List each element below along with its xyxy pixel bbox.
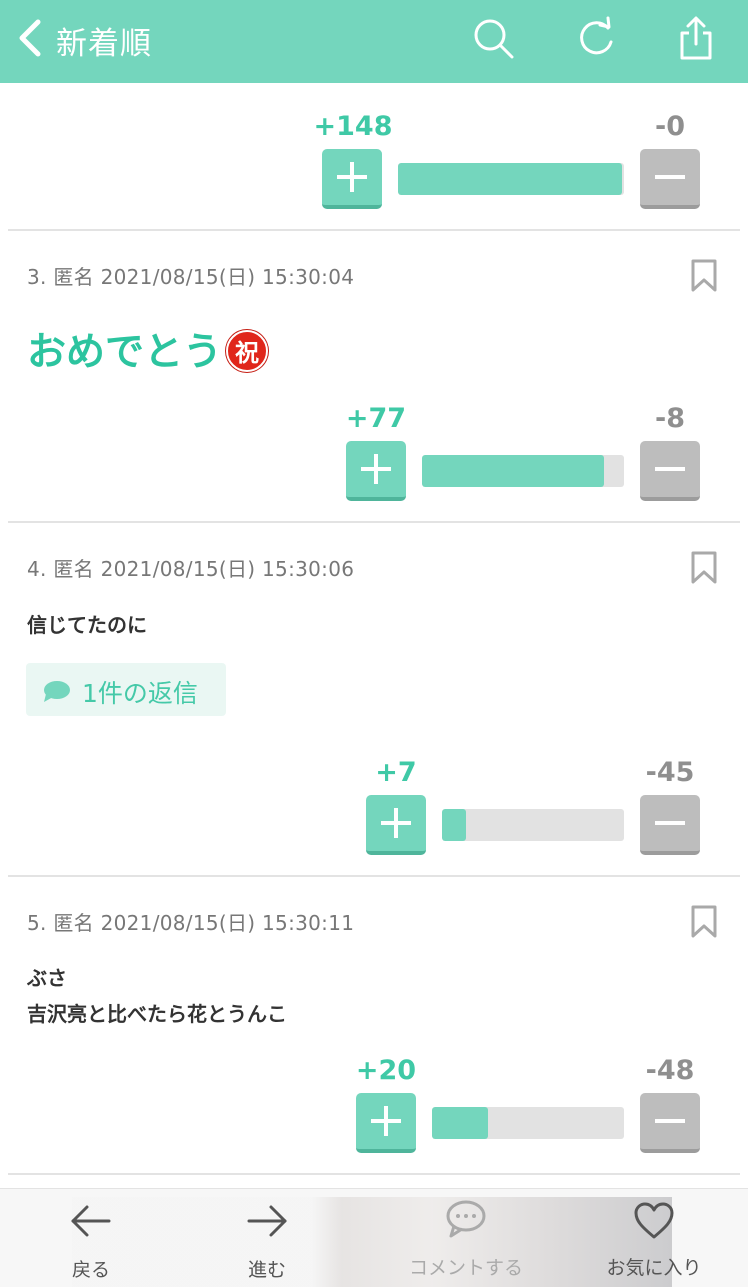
reload-icon[interactable] (572, 14, 620, 62)
left-arrow-icon (71, 1205, 111, 1237)
minus-vote-button[interactable] (640, 1093, 700, 1153)
right-arrow-icon (247, 1205, 287, 1237)
ad-banner[interactable] (72, 1197, 672, 1287)
comment-meta: 3. 匿名 2021/08/15(日) 15:30:04 (27, 265, 355, 289)
reply-button[interactable]: 1件の返信 (26, 663, 226, 716)
minus-count: -48 (645, 1055, 695, 1086)
bottom-nav: 戻る 進む コメントする お気に入り (0, 1188, 748, 1287)
vote-ratio-fill (422, 455, 604, 487)
comment-list: +148 -0 3. 匿名 2021/08/15(日) 15:30:04 おめで… (0, 83, 748, 1188)
nav-forward-label: 進む (247, 1259, 286, 1281)
divider (8, 1173, 740, 1175)
celebration-emoji-icon: 祝 (226, 330, 269, 372)
nav-favorite-label: お気に入り (606, 1257, 702, 1279)
vote-ratio-fill (442, 809, 466, 841)
plus-count: +148 (313, 111, 393, 142)
comment-text-line: 吉沢亮と比べたら花とうんこ (27, 1002, 287, 1026)
nav-back-label: 戻る (71, 1259, 110, 1281)
back-arrow-icon[interactable] (12, 16, 52, 60)
plus-vote-button[interactable] (346, 441, 406, 501)
minus-count: -0 (655, 111, 685, 142)
speech-bubble-icon (44, 681, 70, 702)
reply-label: 1件の返信 (82, 679, 198, 708)
minus-count: -8 (655, 403, 685, 434)
comment-meta: 4. 匿名 2021/08/15(日) 15:30:06 (27, 557, 355, 581)
nav-forward-button[interactable]: 進む (224, 1189, 310, 1287)
vote-ratio-bar (432, 1107, 624, 1139)
plus-vote-button[interactable] (366, 795, 426, 855)
minus-vote-button[interactable] (640, 149, 700, 209)
heart-icon (634, 1202, 674, 1239)
vote-ratio-fill (432, 1107, 488, 1139)
plus-vote-button[interactable] (356, 1093, 416, 1153)
app-header: 新着順 (0, 0, 748, 83)
vote-ratio-bar (398, 163, 624, 195)
minus-vote-button[interactable] (640, 795, 700, 855)
search-icon[interactable] (470, 14, 518, 62)
comment-big-text: おめでとう祝 (27, 321, 269, 377)
nav-back-button[interactable]: 戻る (48, 1189, 134, 1287)
nav-comment-button[interactable]: コメントする (396, 1189, 536, 1287)
divider (8, 521, 740, 523)
comment-text-line: ぶさ (27, 966, 67, 990)
divider (8, 875, 740, 877)
divider (8, 229, 740, 231)
comment-text: 信じてたのに (27, 613, 147, 637)
page-title: 新着順 (56, 26, 152, 62)
nav-favorite-button[interactable]: お気に入り (596, 1189, 712, 1287)
vote-ratio-bar (442, 809, 624, 841)
bookmark-icon[interactable] (690, 551, 718, 585)
bookmark-icon[interactable] (690, 905, 718, 939)
minus-vote-button[interactable] (640, 441, 700, 501)
plus-vote-button[interactable] (322, 149, 382, 209)
nav-comment-label: コメントする (408, 1257, 523, 1279)
plus-count: +7 (375, 757, 417, 788)
vote-ratio-fill (398, 163, 622, 195)
bookmark-icon[interactable] (690, 259, 718, 293)
speech-bubble-icon (446, 1200, 486, 1238)
vote-ratio-bar (422, 455, 624, 487)
comment-text: おめでとう (27, 330, 223, 375)
plus-count: +77 (345, 403, 407, 434)
plus-count: +20 (355, 1055, 417, 1086)
minus-count: -45 (645, 757, 695, 788)
share-icon[interactable] (672, 14, 720, 62)
comment-meta: 5. 匿名 2021/08/15(日) 15:30:11 (27, 911, 355, 935)
